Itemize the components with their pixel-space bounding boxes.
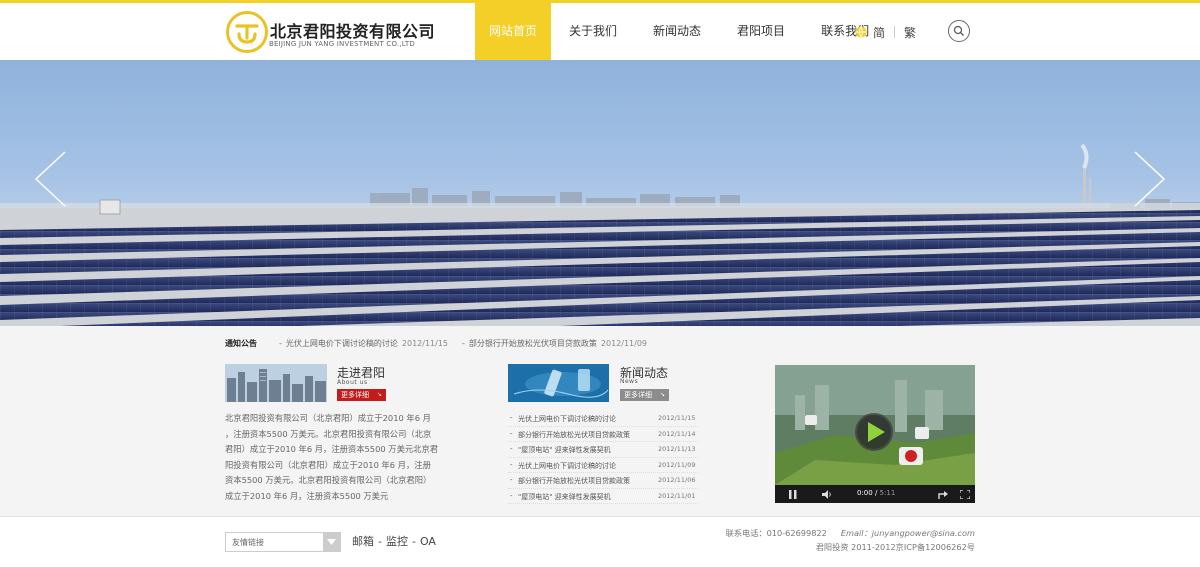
video-player[interactable]: 0:00 / 5:11 xyxy=(775,365,975,503)
pause-icon[interactable] xyxy=(789,490,797,499)
footer-link-mail[interactable]: 邮箱 xyxy=(352,535,374,548)
news-item-date: 2012/11/14 xyxy=(658,429,696,438)
video-duration: 5:11 xyxy=(879,489,896,497)
news-item[interactable]: - "屋顶电站" 迎来弹性发展契机 2012/11/01 xyxy=(508,489,698,504)
news-item[interactable]: - 部分银行开始放松光伏项目贷款政策 2012/11/14 xyxy=(508,427,698,442)
fullscreen-icon[interactable] xyxy=(960,490,970,499)
company-name-cn: 北京君阳投资有限公司 xyxy=(270,22,436,41)
news-item[interactable]: - 光伏上网电价下调讨论稿的讨论 2012/11/15 xyxy=(508,411,698,427)
video-time: 0:00 / 5:11 xyxy=(857,489,896,497)
lang-traditional[interactable]: 繁 xyxy=(904,24,916,41)
arrow-down-right-icon: ↘ xyxy=(659,391,665,398)
video-current-time: 0:00 xyxy=(857,489,873,497)
lang-simplified[interactable]: 简 xyxy=(873,24,885,41)
logo-mark-icon xyxy=(226,11,268,53)
news-item-title: 光伏上网电价下调讨论稿的讨论 xyxy=(518,415,616,423)
news-item-title: "屋顶电站" 迎来弹性发展契机 xyxy=(518,446,611,454)
notice-item[interactable]: - 部分银行开始放松光伏项目贷款政策 2012/11/09 xyxy=(462,338,647,349)
arrow-down-right-icon: ↘ xyxy=(376,391,382,398)
globe-icon xyxy=(855,26,867,38)
footer-link-oa[interactable]: OA xyxy=(420,535,436,548)
footer-links: 邮箱 - 监控 - OA xyxy=(352,533,436,549)
volume-icon[interactable] xyxy=(822,490,832,499)
friend-links-select-value: 友情链接 xyxy=(232,538,264,547)
news-subtitle: News xyxy=(620,378,639,385)
news-item-date: 2012/11/09 xyxy=(658,460,696,469)
about-description: 北京君阳投资有限公司（北京君阳）成立于2010 年6 月 ，注册资本5500 万… xyxy=(225,411,447,504)
play-icon[interactable] xyxy=(854,412,894,452)
search-button[interactable] xyxy=(948,20,970,42)
chevron-down-icon xyxy=(327,539,336,545)
footer-link-sep: - xyxy=(378,535,382,548)
about-more-button[interactable]: 更多详细 ↘ xyxy=(337,389,386,401)
lang-divider xyxy=(894,26,896,38)
dropdown-button[interactable] xyxy=(323,533,340,551)
hero-banner xyxy=(0,60,1200,326)
search-icon xyxy=(953,25,964,36)
news-item-date: 2012/11/13 xyxy=(658,445,696,453)
about-more-label: 更多详细 xyxy=(341,391,369,399)
solar-field-image xyxy=(0,143,1200,326)
main-nav: 网站首页 关于我们 新闻动态 君阳项目 联系我们 xyxy=(475,3,887,60)
nav-item-about[interactable]: 关于我们 xyxy=(551,3,635,60)
notice-item-text: 部分银行开始放松光伏项目贷款政策 xyxy=(468,338,597,348)
about-line: 北京君阳投资有限公司（北京君阳）成立于2010 年6 月 xyxy=(225,413,431,423)
company-name-en: BEIJING JUN YANG INVESTMENT CO.,LTD xyxy=(269,40,415,48)
news-list: - 光伏上网电价下调讨论稿的讨论 2012/11/15 - 部分银行开始放松光伏项目贷… xyxy=(508,411,698,504)
notice-item-date: 2012/11/15 xyxy=(401,338,448,348)
footer-link-sep: - xyxy=(411,535,416,548)
contact-phone: 联系电话：010-62699822 xyxy=(725,528,827,538)
about-line: 君阳）成立于2010 年6 月，注册资本5500 万美元北京君 xyxy=(225,444,439,454)
nav-item-projects[interactable]: 君阳项目 xyxy=(719,3,803,60)
nav-item-news[interactable]: 新闻动态 xyxy=(635,3,719,60)
slider-prev-arrow-icon[interactable] xyxy=(33,150,67,208)
news-item-title: 部分银行开始放松光伏项目贷款政策 xyxy=(518,430,630,439)
site-header: 北京君阳投资有限公司 BEIJING JUN YANG INVESTMENT C… xyxy=(0,3,1200,60)
about-line: 阳投资有限公司（北京君阳）成立于2010 年6 月，注册 xyxy=(225,459,431,470)
news-item[interactable]: - 部分银行开始放松光伏项目贷款政策 2012/11/06 xyxy=(508,473,698,489)
about-line: ，注册资本5500 万美元。北京君阳投资有限公司（北京 xyxy=(225,428,432,439)
copyright: 君阳投资 2011-2012京ICP备12006262号 xyxy=(815,542,975,552)
news-more-button[interactable]: 更多详细 ↘ xyxy=(620,389,669,401)
news-thumbnail xyxy=(508,364,609,402)
notice-title: 通知公告 xyxy=(225,338,257,348)
about-subtitle: About us xyxy=(337,379,368,386)
nav-item-home[interactable]: 网站首页 xyxy=(475,3,552,60)
notice-bar: 通知公告 - 光伏上网电价下调讨论稿的讨论 2012/11/15 - 部分银行开始放松… xyxy=(225,336,985,350)
logo[interactable]: 北京君阳投资有限公司 BEIJING JUN YANG INVESTMENT C… xyxy=(225,10,435,56)
notice-item-date: 2012/11/09 xyxy=(600,338,647,348)
share-icon[interactable] xyxy=(938,490,948,499)
language-switch: 简 繁 xyxy=(855,23,916,41)
news-item-title: 部分银行开始放松光伏项目贷款政策 xyxy=(518,477,630,485)
contact-info: 联系电话：010-62699822 Email：junyangpower@sina… xyxy=(655,526,975,554)
news-item[interactable]: - "屋顶电站" 迎来弹性发展契机 2012/11/13 xyxy=(508,442,698,458)
contact-email[interactable]: Email：junyangpower@sina.com xyxy=(841,528,975,538)
notice-item-text: 光伏上网电价下调讨论稿的讨论 xyxy=(285,338,398,348)
news-item-date: 2012/11/01 xyxy=(658,491,696,500)
notice-item[interactable]: - 光伏上网电价下调讨论稿的讨论 2012/11/15 xyxy=(279,338,448,349)
news-item-date: 2012/11/15 xyxy=(658,414,696,422)
about-line: 资本5500 万美元。北京君阳投资有限公司（北京君阳） xyxy=(225,475,432,485)
site-footer: 友情链接 邮箱 - 监控 - OA 联系电话：010-62699822 Email：jun… xyxy=(0,516,1200,567)
friend-links-select[interactable]: 友情链接 xyxy=(225,532,341,552)
about-line: 成立于2010 年6 月，注册资本5500 万美元 xyxy=(225,490,389,501)
city-skyline-thumbnail xyxy=(225,364,327,402)
footer-link-monitor[interactable]: 监控 xyxy=(386,535,408,548)
slider-next-arrow-icon[interactable] xyxy=(1133,150,1167,208)
news-item[interactable]: - 光伏上网电价下调讨论稿的讨论 2012/11/09 xyxy=(508,458,698,473)
news-item-title: 光伏上网电价下调讨论稿的讨论 xyxy=(518,461,616,470)
news-more-label: 更多详细 xyxy=(624,391,652,399)
news-item-title: "屋顶电站" 迎来弹性发展契机 xyxy=(518,492,611,501)
news-item-date: 2012/11/06 xyxy=(658,476,696,484)
